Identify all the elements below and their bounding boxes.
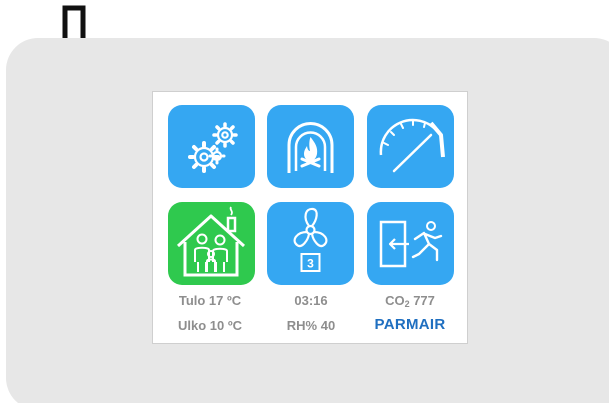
fireplace-icon (287, 122, 334, 173)
co2-reading: CO2 777 (360, 293, 460, 309)
away-mode-tile[interactable] (367, 202, 454, 285)
stage: 3 Tulo 17 ºC Ulko 10 ºC 03:16 RH% 40 CO2… (0, 0, 609, 403)
exit-running-icon (379, 220, 443, 268)
boost-gauge-tile[interactable] (367, 105, 454, 188)
fan-speed-tile[interactable]: 3 (267, 202, 354, 285)
home-family-icon (176, 206, 246, 277)
supply-temp-text: Tulo 17 ºC (178, 293, 242, 308)
home-mode-tile[interactable] (168, 202, 255, 285)
settings-tile[interactable] (168, 105, 255, 188)
brand-logo: PARMAIR (374, 316, 446, 333)
outdoor-temp-text: Ulko 10 ºC (178, 318, 242, 333)
fan-icon: 3 (293, 207, 328, 272)
control-screen: 3 Tulo 17 ºC Ulko 10 ºC 03:16 RH% 40 CO2… (152, 91, 468, 344)
fireplace-tile[interactable] (267, 105, 354, 188)
clock-text: 03:16 (294, 293, 328, 308)
gauge-icon (379, 118, 445, 173)
co2-label: CO (385, 293, 405, 308)
gears-icon (188, 122, 238, 173)
humidity-text: RH% 40 (286, 318, 336, 333)
fan-speed-value: 3 (307, 257, 314, 271)
co2-value: 777 (409, 293, 435, 308)
